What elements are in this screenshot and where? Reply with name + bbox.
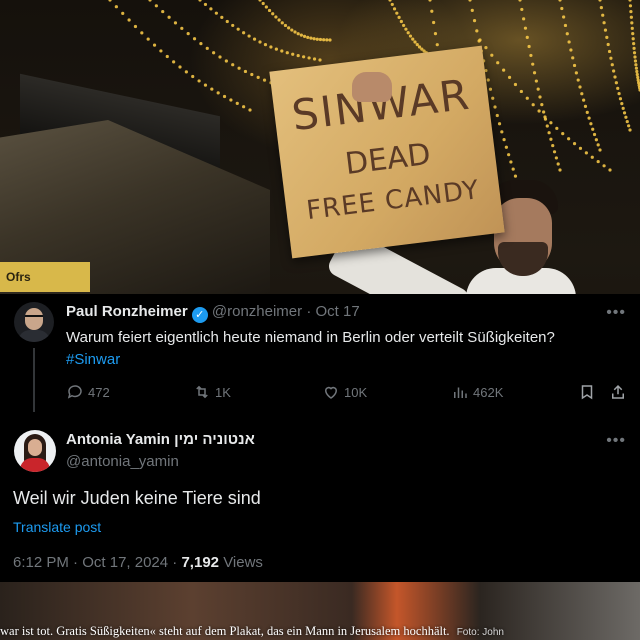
bookmark-button[interactable] (578, 383, 600, 401)
verified-badge-icon: ✓ (191, 307, 208, 323)
views-count: 462K (473, 385, 504, 400)
reply-views-label: Views (223, 554, 263, 571)
reply-meta: 6:12 PM · Oct 17, 2024 · 7,192 Views (13, 554, 263, 571)
tweet-header: Paul Ronzheimer ✓ @ronzheimer · Oct 17 (66, 303, 360, 323)
dot-separator: · (306, 303, 312, 320)
reply-author-avatar[interactable] (14, 430, 56, 472)
reply-time[interactable]: 6:12 PM (13, 554, 69, 571)
tweet-date[interactable]: Oct 17 (315, 303, 359, 320)
translate-post-link[interactable]: Translate post (13, 519, 101, 535)
caption-text: war ist tot. Gratis Süßigkeiten« steht a… (0, 624, 450, 638)
reply-count: 472 (88, 385, 110, 400)
like-button[interactable]: 10K (322, 383, 367, 401)
reply-text: Weil wir Juden keine Tiere sind (13, 488, 261, 508)
views-button[interactable]: 462K (451, 383, 503, 401)
more-icon[interactable]: ••• (606, 304, 626, 322)
author-avatar[interactable] (14, 302, 54, 342)
meta-separator-2: · (172, 554, 178, 571)
shop-sign: Ofrs (0, 262, 90, 292)
repost-count: 1K (215, 385, 231, 400)
reply-icon (67, 385, 82, 399)
author-name[interactable]: Paul Ronzheimer (66, 303, 188, 320)
tweet-text: Warum feiert eigentlich heute niemand in… (66, 329, 555, 346)
photo-credit: Foto: John (456, 627, 504, 638)
repost-button[interactable]: 1K (193, 383, 231, 401)
tweet-body: Warum feiert eigentlich heute niemand in… (66, 327, 636, 371)
repost-icon (196, 385, 208, 399)
photo-caption: war ist tot. Gratis Süßigkeiten« steht a… (0, 624, 640, 640)
reply-button[interactable]: 472 (66, 383, 110, 401)
tweet-card: Paul Ronzheimer ✓ @ronzheimer · Oct 17 ••… (0, 294, 640, 582)
thread-line (33, 348, 35, 412)
share-icon (612, 384, 624, 399)
hashtag-link[interactable]: #Sinwar (66, 349, 636, 371)
meta-separator-1: · (73, 554, 79, 571)
reply-date[interactable]: Oct 17, 2024 (82, 554, 168, 571)
reply-views-count: 7,192 (181, 554, 220, 571)
author-handle[interactable]: @ronzheimer (212, 303, 302, 320)
reply-author-name-hebrew[interactable]: אנטוניה ימין (174, 431, 255, 448)
views-icon (454, 387, 467, 398)
share-button[interactable] (609, 383, 631, 401)
bookmark-icon (581, 385, 593, 400)
hand (352, 72, 392, 102)
like-icon (324, 386, 338, 399)
reply-author-name-row: Antonia Yamin אנטוניה ימין (66, 431, 255, 448)
tweet-actions: 472 1K 10K 462K (66, 383, 626, 405)
like-count: 10K (344, 385, 368, 400)
reply-author-handle[interactable]: @antonia_yamin (66, 453, 179, 470)
reply-author-name[interactable]: Antonia Yamin (66, 431, 170, 448)
reply-more-icon[interactable]: ••• (606, 432, 626, 450)
